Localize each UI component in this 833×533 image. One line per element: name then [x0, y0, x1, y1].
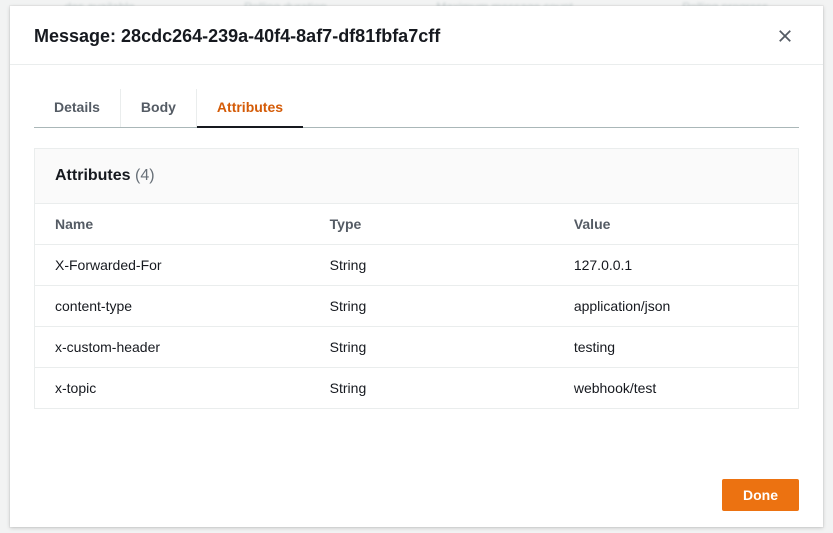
table-row: content-type String application/json [35, 286, 798, 327]
attr-type: String [310, 245, 554, 286]
col-header-value[interactable]: Value [554, 204, 798, 245]
attributes-table: Name Type Value X-Forwarded-For String 1… [35, 203, 798, 408]
modal-footer: Done [10, 463, 823, 527]
tab-details[interactable]: Details [34, 89, 121, 127]
attr-name: x-topic [35, 368, 310, 409]
title-prefix: Message: [34, 26, 121, 46]
table-header-row: Name Type Value [35, 204, 798, 245]
tab-attributes[interactable]: Attributes [197, 89, 303, 127]
modal-header: Message: 28cdc264-239a-40f4-8af7-df81fbf… [10, 6, 823, 65]
attributes-panel: Attributes (4) Name Type Value X-Forward… [34, 148, 799, 409]
attributes-panel-header: Attributes (4) [35, 149, 798, 203]
attr-value: testing [554, 327, 798, 368]
panel-count: (4) [135, 167, 155, 184]
attr-type: String [310, 327, 554, 368]
attr-type: String [310, 368, 554, 409]
close-icon [778, 29, 792, 43]
tab-bar: Details Body Attributes [34, 89, 799, 128]
message-id: 28cdc264-239a-40f4-8af7-df81fbfa7cff [121, 26, 440, 46]
table-row: x-topic String webhook/test [35, 368, 798, 409]
attr-name: content-type [35, 286, 310, 327]
col-header-type[interactable]: Type [310, 204, 554, 245]
attr-type: String [310, 286, 554, 327]
message-details-modal: Message: 28cdc264-239a-40f4-8af7-df81fbf… [10, 6, 823, 527]
tab-body[interactable]: Body [121, 89, 197, 127]
panel-title: Attributes [55, 167, 131, 184]
attr-name: X-Forwarded-For [35, 245, 310, 286]
attr-value: application/json [554, 286, 798, 327]
attr-name: x-custom-header [35, 327, 310, 368]
modal-title: Message: 28cdc264-239a-40f4-8af7-df81fbf… [34, 26, 440, 47]
modal-body: Details Body Attributes Attributes (4) N… [10, 65, 823, 463]
col-header-name[interactable]: Name [35, 204, 310, 245]
attr-value: 127.0.0.1 [554, 245, 798, 286]
close-button[interactable] [771, 22, 799, 50]
attr-value: webhook/test [554, 368, 798, 409]
table-row: x-custom-header String testing [35, 327, 798, 368]
done-button[interactable]: Done [722, 479, 799, 511]
table-row: X-Forwarded-For String 127.0.0.1 [35, 245, 798, 286]
